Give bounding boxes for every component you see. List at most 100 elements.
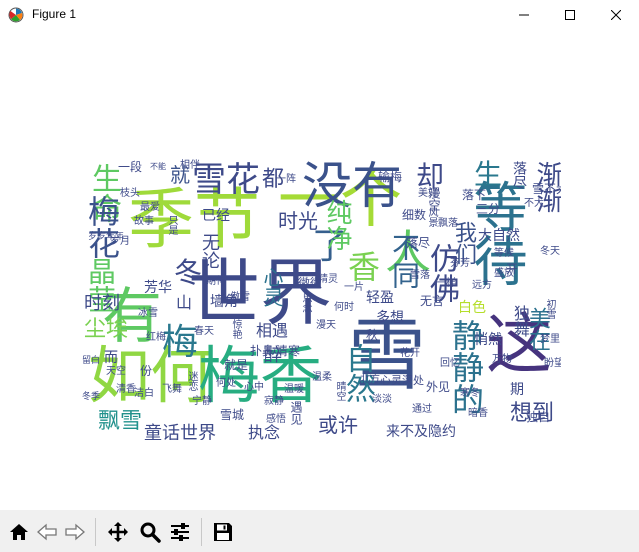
floppy-disk-icon xyxy=(214,523,232,541)
word-cloud-word: 何处 xyxy=(216,378,236,389)
pan-button[interactable] xyxy=(104,518,132,546)
word-cloud-word: 一片 xyxy=(344,282,364,293)
word-cloud-word: 山 xyxy=(176,293,193,312)
word-cloud-word: 春天 xyxy=(194,326,214,337)
word-cloud-word: 雪不大 xyxy=(532,182,561,196)
word-cloud-word: 冬 xyxy=(174,256,203,289)
word-cloud-word: 惊艳 xyxy=(230,319,241,339)
word-cloud-word: 大自然 xyxy=(478,228,520,244)
word-cloud-word: 细数 xyxy=(402,208,427,222)
word-cloud-word: 执念 xyxy=(248,423,281,441)
word-cloud-word: 等候 xyxy=(494,248,514,259)
word-cloud-word: 落尽 xyxy=(511,161,527,189)
minimize-icon xyxy=(519,14,529,16)
word-cloud-word: 尘埃 xyxy=(84,317,129,342)
word-cloud-word: 来不及隐约 xyxy=(386,424,456,440)
word-cloud-word: 自然 xyxy=(340,343,375,403)
sliders-icon xyxy=(171,523,189,541)
word-cloud-word: 温柔 xyxy=(312,372,332,383)
word-cloud-word: 岁月 xyxy=(110,236,130,247)
word-cloud-word: 雪落 xyxy=(410,270,430,281)
word-cloud-word: 秋 xyxy=(366,328,379,342)
word-cloud-word: 寂静 xyxy=(264,396,284,407)
window-titlebar: Figure 1 xyxy=(0,0,639,30)
close-icon xyxy=(611,10,621,20)
arrow-left-icon xyxy=(37,523,57,541)
word-cloud-image: 雪世界 季节 一个 等待 如何 梅香 没有有这雪花人静静的 生命都却了梅香自然 不同 仿佛 我们生渐… xyxy=(80,159,561,440)
word-cloud-word: 没有 xyxy=(302,159,402,215)
word-cloud-word: 暗香 xyxy=(468,408,488,419)
word-cloud-word: 初雪 xyxy=(544,299,555,319)
word-cloud-word: 漫天 xyxy=(316,320,336,331)
window-title: Figure 1 xyxy=(32,7,77,21)
magnifier-icon xyxy=(140,522,161,543)
word-cloud-word: 落下 xyxy=(462,188,487,202)
word-cloud-word: 洁白 xyxy=(134,388,154,399)
word-cloud-word: 悄然 xyxy=(474,332,502,348)
word-cloud-word: 芬芳 xyxy=(450,258,470,269)
word-cloud-word: 期待 xyxy=(206,276,226,287)
word-cloud-word: 不大 xyxy=(524,198,544,209)
word-cloud-word: 芳华 xyxy=(144,280,172,296)
word-cloud-word: 风景 xyxy=(426,207,437,227)
word-cloud-word: 天空 xyxy=(106,366,126,377)
word-cloud-word: 纯净 xyxy=(322,199,352,251)
figure-canvas[interactable]: 雪世界 季节 一个 等待 如何 梅香 没有有这雪花人静静的 生命都却了梅香自然 不同 仿佛 我们生渐… xyxy=(0,30,639,510)
word-cloud-word: 多想 xyxy=(376,310,404,326)
word-cloud-word: 北方 xyxy=(360,374,380,385)
word-cloud-word: 思念 xyxy=(300,293,311,313)
word-cloud-word: 感悟 xyxy=(266,414,286,425)
home-button[interactable] xyxy=(5,518,33,546)
word-cloud-word: 雪城 xyxy=(220,408,245,422)
word-cloud-word: 故事 xyxy=(134,216,154,227)
subplots-button[interactable] xyxy=(166,518,194,546)
maximize-icon xyxy=(565,10,575,20)
word-cloud-word: 外见 xyxy=(426,380,451,394)
word-cloud-word: 相伴 xyxy=(180,160,200,171)
zoom-button[interactable] xyxy=(136,518,164,546)
word-cloud-word: 落尽 xyxy=(406,236,431,250)
forward-button[interactable] xyxy=(61,518,89,546)
word-cloud-word: 冰雪 xyxy=(138,308,158,319)
word-cloud-word: 无论 xyxy=(199,233,220,269)
navigation-toolbar xyxy=(0,510,639,552)
word-cloud-word: 三分 xyxy=(476,202,501,216)
save-button[interactable] xyxy=(209,518,237,546)
maximize-button[interactable] xyxy=(547,0,593,30)
word-cloud-word: 一阵 xyxy=(276,174,296,185)
minimize-button[interactable] xyxy=(501,0,547,30)
word-cloud-word: 白色 xyxy=(458,300,486,316)
word-cloud-word: 最爱 xyxy=(140,202,160,213)
word-cloud-word: 寒冬 xyxy=(460,388,480,399)
word-cloud-word: 不能 xyxy=(150,162,166,171)
word-cloud-word: 红梅 xyxy=(146,332,166,343)
word-cloud-word: 留白 xyxy=(82,356,101,366)
word-cloud-word: 精灵 xyxy=(318,274,338,285)
back-button[interactable] xyxy=(33,518,61,546)
word-cloud-word: 时刻 xyxy=(84,293,120,314)
word-cloud-word: 温暖 xyxy=(284,384,304,395)
word-cloud-word: 扑鼻 xyxy=(250,344,275,358)
word-cloud-word: 雪花 xyxy=(192,160,260,200)
word-cloud-word: 就是 xyxy=(224,358,249,372)
word-cloud-word: 迷恋 xyxy=(186,371,197,391)
word-cloud-word: 万物 xyxy=(492,354,512,365)
word-cloud-word: 只是 xyxy=(166,215,177,235)
word-cloud-word: 一段 xyxy=(118,160,143,174)
word-cloud-word: 花开 xyxy=(400,348,420,359)
toolbar-separator xyxy=(95,518,96,546)
word-cloud-word: 梅花 xyxy=(83,195,121,259)
word-cloud-word: 遇见 xyxy=(289,401,303,425)
word-cloud-word: 飞舞 xyxy=(162,384,182,395)
word-cloud-word: 心灵深处 xyxy=(380,374,424,387)
word-cloud-word: 而 xyxy=(104,350,118,366)
word-cloud-word: 美好 xyxy=(418,188,438,199)
home-icon xyxy=(10,524,28,540)
word-cloud-word: 何时 xyxy=(334,302,354,313)
word-cloud-word: 清香 xyxy=(116,384,136,395)
word-cloud-word: 心灵 xyxy=(260,267,284,307)
word-cloud-word: 已经 xyxy=(202,208,230,224)
word-cloud-word: 时光 xyxy=(278,209,318,233)
close-button[interactable] xyxy=(593,0,639,30)
word-cloud-word: 一样 xyxy=(436,278,456,289)
